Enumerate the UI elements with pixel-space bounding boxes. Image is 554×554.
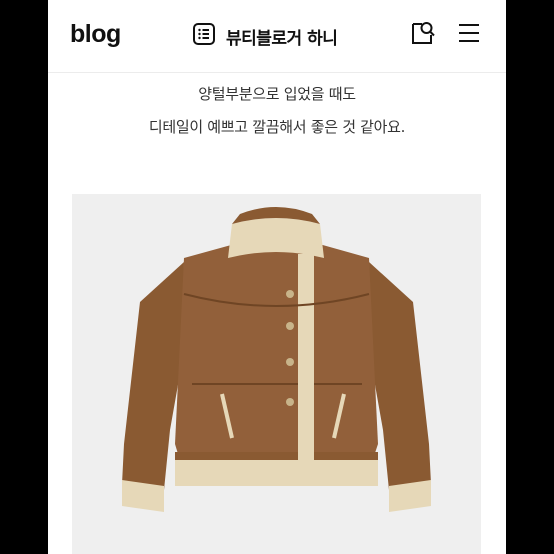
- blog-logo[interactable]: blog: [70, 20, 121, 49]
- menu-button[interactable]: [454, 20, 484, 50]
- top-header: blog 뷰티블로거 하니: [48, 0, 506, 73]
- hamburger-menu-icon: [457, 21, 481, 49]
- list-icon: [192, 22, 216, 50]
- search-icon: [409, 19, 437, 51]
- post-text-line: 디테일이 예쁘고 깔끔해서 좋은 것 같아요.: [148, 118, 406, 136]
- jacket-photo[interactable]: [72, 194, 481, 554]
- search-button[interactable]: [408, 20, 438, 50]
- blog-name: 뷰티블로거 하니: [226, 28, 338, 49]
- jacket-illustration: [122, 207, 431, 512]
- post-text-line: 양털부분으로 입었을 때도: [198, 85, 356, 103]
- blog-page: blog 뷰티블로거 하니 양털부분으로 입었을 때도 디테일이 예쁘고 깔끔해…: [48, 0, 506, 554]
- blog-title[interactable]: 뷰티블로거 하니: [192, 22, 338, 50]
